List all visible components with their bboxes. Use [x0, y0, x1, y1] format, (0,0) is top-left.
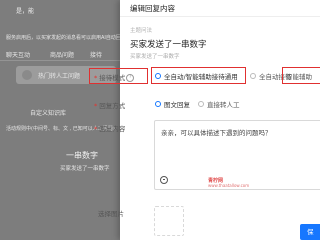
reply-type-graphic-label: 图文回复: [164, 101, 190, 109]
image-label: 选择图片: [98, 210, 124, 218]
bg-number-sub: 买家发送了一串数字: [60, 166, 110, 172]
mode-label-text: 接待模式: [99, 74, 126, 82]
reply-type-transfer[interactable]: 直接转人工: [198, 99, 240, 109]
reply-type-graphic[interactable]: 图文回复: [155, 99, 190, 109]
bg-number-title: 一串数字: [66, 151, 98, 160]
bg-tab-2[interactable]: 商品问题: [50, 50, 74, 59]
reply-content-label: * 回复内容: [94, 123, 125, 133]
bg-faint-top: 是，能: [16, 8, 35, 15]
radio-icon: [250, 73, 256, 79]
mode-option-common[interactable]: 全自动/智能辅助接待通用: [155, 71, 238, 81]
reply-type-label-text: 回复方式: [99, 102, 126, 110]
drawer-header: 编辑回复内容: [120, 0, 320, 17]
bg-custom-reply[interactable]: 自定义知识库: [30, 108, 66, 117]
edit-reply-drawer: 编辑回复内容 主题问法 买家发送了一串数字 买家发送了一串数字 * 接待模式? 全…: [89, 0, 320, 240]
reply-content-label-text: 回复内容: [99, 125, 126, 133]
required-mark: *: [94, 102, 98, 110]
topic-sub: 买家发送了一串数字: [130, 54, 180, 60]
radio-selected-icon: [155, 101, 161, 107]
watermark-url: www.thaatallow.com: [208, 183, 250, 188]
mode-label: * 接待模式?: [94, 72, 135, 82]
bg-hot-transfer-label: 热门转人工问题: [38, 73, 81, 80]
save-button[interactable]: 保: [300, 224, 320, 240]
topic-label: 主题问法: [130, 28, 153, 34]
topic-value: 买家发送了一串数字: [130, 40, 207, 50]
background-page: 是，能 服务启用后，以买家发起的消息看可以启用AI自动回复 聊天互动 商品问题 …: [0, 0, 126, 240]
bg-tab-1[interactable]: 聊天互动: [6, 50, 30, 59]
help-icon[interactable]: ?: [126, 74, 135, 82]
radio-icon: [198, 101, 204, 107]
bg-hot-icon: [22, 70, 32, 80]
reply-content-textarea[interactable]: 亲亲，可以具体描述下遇到的问题吗？: [154, 120, 320, 190]
reply-content-text: 亲亲，可以具体描述下遇到的问题吗？: [161, 129, 272, 137]
drawer-title: 编辑回复内容: [130, 4, 175, 13]
bg-divider: [0, 60, 120, 61]
image-upload-box[interactable]: [154, 206, 184, 236]
emoji-icon[interactable]: [160, 176, 168, 184]
mode-option-common-label: 全自动/智能辅助接待通用: [164, 73, 238, 81]
bg-tab-3[interactable]: 接待: [90, 50, 102, 59]
bg-hint: 服务启用后，以买家发起的消息看可以启用AI自动回复: [6, 35, 126, 41]
radio-selected-icon: [155, 73, 161, 79]
reply-type-transfer-label: 直接转人工: [207, 101, 240, 109]
required-mark: *: [94, 74, 98, 82]
mode-option-assist-label: 智能辅助: [286, 73, 312, 81]
mode-option-assist[interactable]: 智能辅助: [286, 71, 312, 81]
required-mark: *: [94, 125, 98, 133]
reply-type-label: * 回复方式: [94, 100, 125, 110]
